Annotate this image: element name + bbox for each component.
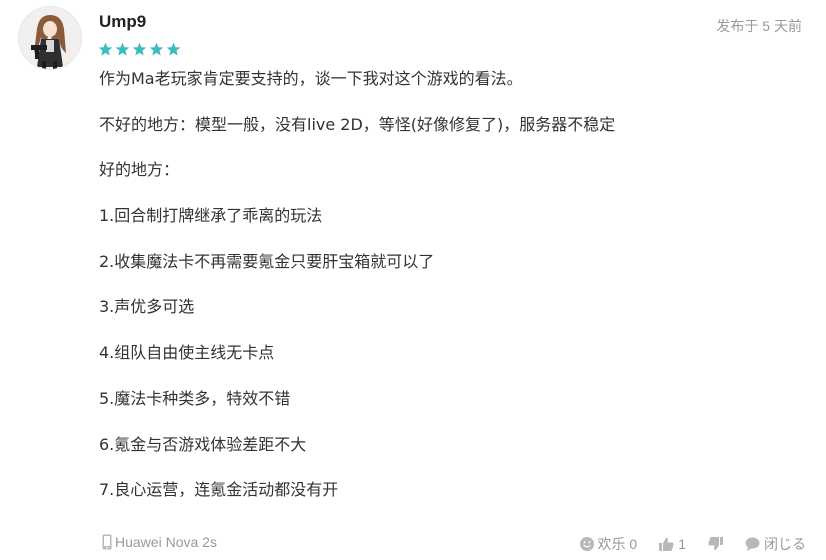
review-card: Ump9 发布于 5 天前 作为Ma老玩家肯定要支持的，谈一下我对这个游戏的看法…	[0, 0, 826, 560]
like-button[interactable]: 1	[659, 536, 686, 552]
review-paragraph: 6.氪金与否游戏体验差距不大	[99, 434, 307, 454]
review-paragraph: 好的地方：	[99, 160, 180, 180]
dislike-button[interactable]	[708, 537, 723, 551]
star-icon	[166, 42, 181, 56]
review-actions: 欢乐 0 1 闭じる	[558, 534, 806, 554]
review-footer: Huawei Nova 2s 欢乐 0 1 闭じる	[0, 532, 826, 556]
review-paragraph: 2.收集魔法卡不再需要氪金只要肝宝箱就可以了	[99, 251, 435, 271]
star-rating	[98, 42, 181, 57]
star-icon	[115, 42, 130, 56]
post-timestamp: 发布于 5 天前	[716, 18, 802, 34]
funny-button[interactable]: 欢乐 0	[579, 534, 638, 554]
star-icon	[132, 42, 147, 56]
star-icon	[98, 42, 113, 56]
funny-label: 欢乐 0	[597, 536, 638, 552]
review-paragraph: 作为Ma老玩家肯定要支持的，谈一下我对这个游戏的看法。	[99, 69, 523, 88]
review-paragraph: 1.回合制打牌继承了乖离的玩法	[99, 206, 323, 226]
review-body: 作为Ma老玩家肯定要支持的，谈一下我对这个游戏的看法。 不好的地方：模型一般，没…	[99, 68, 799, 525]
speech-bubble-icon	[745, 537, 760, 551]
close-button[interactable]: 闭じる	[745, 534, 806, 554]
star-icon	[149, 42, 164, 56]
thumbs-up-icon	[659, 537, 674, 551]
review-paragraph: 7.良心运营，连氪金活动都没有开	[99, 480, 339, 500]
smiley-icon	[579, 537, 594, 551]
like-count: 1	[678, 536, 686, 552]
review-paragraph: 5.魔法卡种类多，特效不错	[99, 388, 291, 408]
device-name: Huawei Nova 2s	[115, 534, 217, 550]
review-paragraph: 4.组队自由使主线无卡点	[99, 343, 275, 363]
thumbs-down-icon	[708, 537, 723, 551]
avatar-image	[19, 7, 81, 69]
review-paragraph: 3.声优多可选	[99, 297, 195, 317]
phone-icon	[102, 534, 112, 550]
avatar[interactable]	[18, 6, 82, 70]
username[interactable]: Ump9	[99, 12, 146, 32]
review-paragraph: 不好的地方：模型一般，没有live 2D，等怪(好像修复了)，服务器不稳定	[99, 114, 616, 134]
device-info: Huawei Nova 2s	[102, 534, 217, 550]
close-label: 闭じる	[764, 536, 806, 552]
